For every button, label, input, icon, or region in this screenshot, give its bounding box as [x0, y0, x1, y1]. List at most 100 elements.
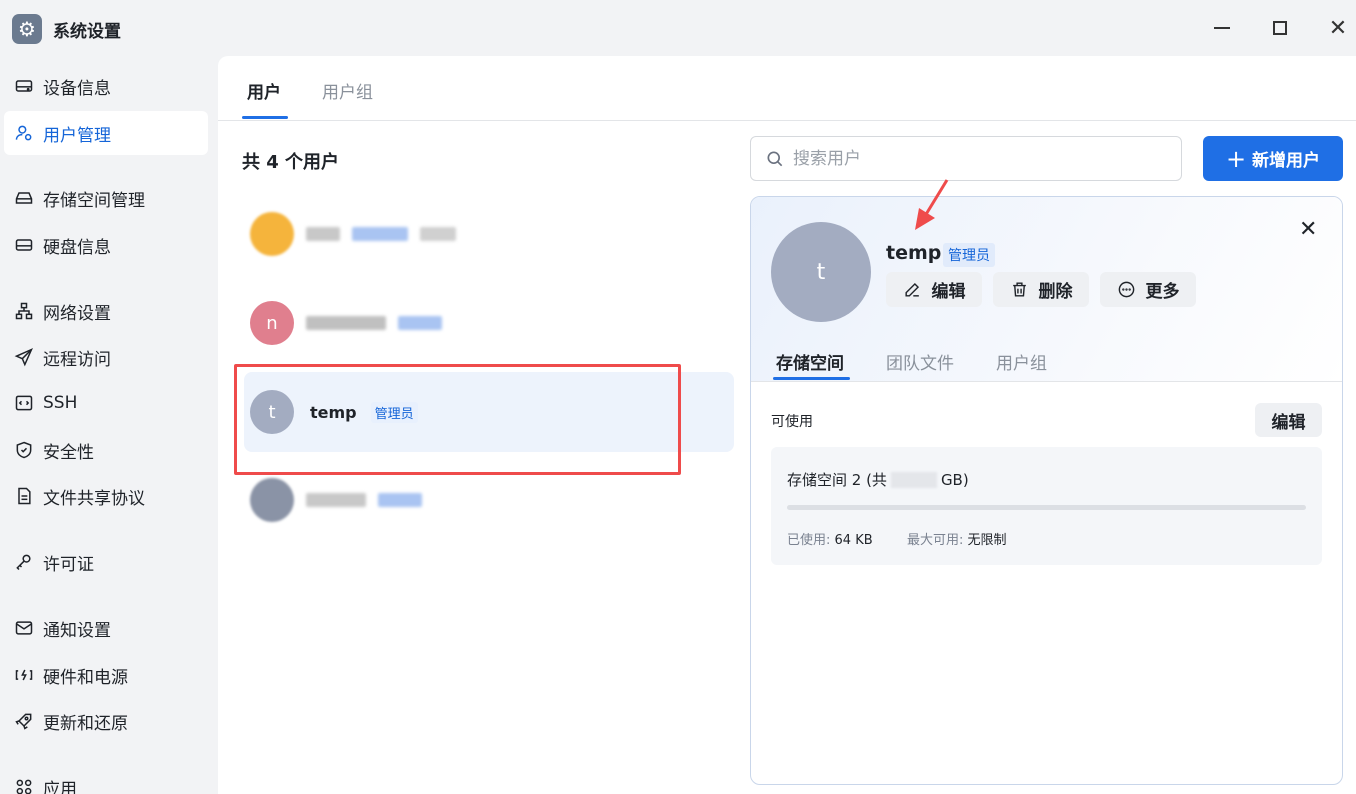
- sidebar-item-label: 网络设置: [43, 303, 111, 324]
- close-detail-button[interactable]: ✕: [1299, 217, 1317, 242]
- sidebar-item-apps[interactable]: 应用: [4, 765, 208, 794]
- edit-user-button[interactable]: 编辑: [886, 272, 982, 307]
- avatar: [250, 478, 294, 522]
- tab-underline: [242, 116, 288, 119]
- sidebar-item-user-management[interactable]: 用户管理: [4, 111, 208, 155]
- blurred-text: [420, 227, 456, 241]
- code-icon: [13, 392, 35, 414]
- sidebar-item-file-sharing[interactable]: 文件共享协议: [4, 474, 208, 518]
- sidebar-item-label: 存储空间管理: [43, 190, 145, 211]
- sidebar-item-ssh[interactable]: SSH: [4, 381, 208, 425]
- tab-bar: 用户 用户组: [218, 56, 1356, 121]
- more-icon: [1118, 281, 1134, 298]
- mail-icon: [13, 617, 35, 639]
- storage-progress-bar: [787, 505, 1306, 510]
- sidebar-item-device-info[interactable]: 设备信息: [4, 64, 208, 108]
- search-box[interactable]: [750, 136, 1182, 181]
- sidebar-item-hardware-power[interactable]: 硬件和电源: [4, 653, 208, 697]
- sidebar-item-label: 设备信息: [43, 78, 111, 99]
- main-panel: 用户 用户组 共 4 个用户 n t temp 管理员 + 新增用户 ✕ t: [218, 56, 1356, 794]
- rocket-icon: [13, 710, 35, 732]
- sidebar-item-label: 硬件和电源: [43, 667, 128, 688]
- close-icon: ✕: [1328, 15, 1348, 41]
- user-count: 共 4 个用户: [242, 152, 340, 173]
- file-icon: [13, 485, 35, 507]
- pencil-icon: [904, 282, 919, 297]
- maximize-icon: [1273, 21, 1287, 35]
- tab-user-groups[interactable]: 用户组: [322, 78, 373, 103]
- sidebar-item-network[interactable]: 网络设置: [4, 289, 208, 333]
- delete-user-button[interactable]: 删除: [993, 272, 1089, 307]
- window-title: 系统设置: [53, 22, 121, 42]
- detail-avatar: t: [771, 222, 871, 322]
- tab-detail-user-groups[interactable]: 用户组: [996, 349, 1047, 374]
- avatar: t: [250, 390, 294, 434]
- user-manage-icon: [13, 122, 35, 144]
- sidebar-item-label: 许可证: [43, 554, 94, 575]
- detail-tab-underline: [773, 377, 850, 380]
- edit-label: 编辑: [931, 282, 966, 302]
- list-item[interactable]: [244, 194, 734, 274]
- list-item-selected[interactable]: t temp 管理员: [244, 372, 734, 452]
- sidebar-item-notifications[interactable]: 通知设置: [4, 606, 208, 650]
- sidebar-item-security[interactable]: 安全性: [4, 428, 208, 472]
- max-stat: 最大可用: 无限制: [907, 533, 1007, 548]
- user-detail-panel: ✕ t temp 管理员 编辑 删除 更多 存储空间 团队文件 用户组 可使用 …: [750, 196, 1343, 785]
- storage-card: 存储空间 2 (共 GB) 已使用: 64 KB 最大可用: 无限制: [771, 447, 1322, 565]
- sidebar-item-storage[interactable]: 存储空间管理: [4, 176, 208, 220]
- sidebar-item-label: 文件共享协议: [43, 488, 145, 509]
- sidebar-item-label: 更新和还原: [43, 713, 128, 734]
- tab-team-files[interactable]: 团队文件: [886, 349, 954, 374]
- edit-storage-button[interactable]: 编辑: [1255, 403, 1322, 437]
- key-icon: [13, 551, 35, 573]
- send-icon: [13, 346, 35, 368]
- avatar: [250, 212, 294, 256]
- list-item[interactable]: [244, 460, 734, 540]
- tab-users[interactable]: 用户: [247, 78, 281, 103]
- max-value: 无限制: [967, 533, 1007, 548]
- drive-icon: [13, 75, 35, 97]
- close-icon: ✕: [1299, 217, 1318, 242]
- maximize-button[interactable]: [1268, 16, 1292, 40]
- apps-icon: [13, 776, 35, 794]
- sidebar-item-label: 安全性: [43, 442, 94, 463]
- sidebar-item-disk-info[interactable]: 硬盘信息: [4, 223, 208, 267]
- blurred-name: [306, 493, 366, 507]
- blurred-tag: [398, 316, 442, 330]
- list-item[interactable]: n: [244, 283, 734, 363]
- trash-icon: [1012, 282, 1026, 297]
- delete-label: 删除: [1038, 282, 1073, 302]
- add-user-label: 新增用户: [1252, 151, 1321, 171]
- plus-icon: +: [1225, 144, 1247, 173]
- blurred-tag: [378, 493, 422, 507]
- blurred-name: [306, 316, 386, 330]
- storage-icon: [13, 187, 35, 209]
- search-input[interactable]: [793, 148, 1173, 169]
- blurred-name: [306, 227, 340, 241]
- more-button[interactable]: 更多: [1100, 272, 1196, 307]
- minimize-icon: [1214, 27, 1230, 29]
- user-name: temp: [310, 402, 357, 422]
- title-bar: ⚙ 系统设置 ✕: [0, 0, 1356, 56]
- sidebar-item-label: 通知设置: [43, 620, 111, 641]
- role-badge: 管理员: [370, 401, 418, 423]
- storage-title: 存储空间 2 (共 GB): [787, 470, 969, 490]
- gear-icon: ⚙: [12, 14, 42, 44]
- sidebar-item-label: SSH: [43, 393, 78, 413]
- minimize-button[interactable]: [1210, 16, 1234, 40]
- blurred-tag: [352, 227, 408, 241]
- network-icon: [13, 300, 35, 322]
- sidebar-item-update-restore[interactable]: 更新和还原: [4, 699, 208, 743]
- sidebar-item-label: 远程访问: [43, 349, 111, 370]
- tab-storage[interactable]: 存储空间: [776, 349, 844, 374]
- shield-icon: [13, 439, 35, 461]
- used-stat: 已使用: 64 KB: [787, 533, 873, 548]
- close-window-button[interactable]: ✕: [1326, 15, 1350, 41]
- sidebar: 设备信息 用户管理 存储空间管理 硬盘信息 网络设置 远程访问 SSH 安全性 …: [0, 56, 218, 794]
- sidebar-item-license[interactable]: 许可证: [4, 540, 208, 584]
- add-user-button[interactable]: + 新增用户: [1203, 136, 1343, 181]
- sidebar-item-remote-access[interactable]: 远程访问: [4, 335, 208, 379]
- sidebar-item-label: 应用: [43, 779, 77, 794]
- avatar: n: [250, 301, 294, 345]
- power-icon: [13, 664, 35, 686]
